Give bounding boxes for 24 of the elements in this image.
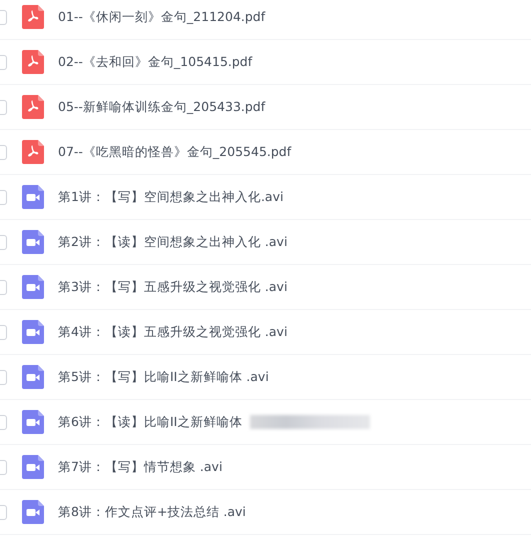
file-name[interactable]: 第5讲：【写】比喻II之新鲜喻体 .avi bbox=[58, 368, 269, 386]
file-name[interactable]: 第1讲：【写】空间想象之出神入化.avi bbox=[58, 188, 284, 206]
video-file-icon bbox=[22, 320, 44, 344]
video-file-icon bbox=[22, 500, 44, 524]
pdf-file-icon bbox=[22, 50, 44, 74]
file-name[interactable]: 第2讲：【读】空间想象之出神入化 .avi bbox=[58, 234, 288, 250]
video-file-icon bbox=[22, 275, 44, 299]
file-name[interactable]: 第3讲：【写】五感升级之视觉强化 .avi bbox=[58, 278, 288, 296]
file-name[interactable]: 01--《休闲一刻》金句_211204.pdf bbox=[58, 8, 266, 26]
video-file-icon bbox=[22, 185, 44, 209]
video-file-icon bbox=[22, 230, 44, 254]
video-file-icon bbox=[22, 365, 44, 389]
video-file-icon bbox=[22, 410, 44, 434]
file-name[interactable]: 02--《去和回》金句_105415.pdf bbox=[58, 54, 252, 70]
file-name[interactable]: 第7讲：【写】情节想象 .avi bbox=[58, 458, 222, 476]
pdf-file-icon bbox=[22, 95, 44, 119]
pdf-file-icon bbox=[22, 140, 44, 164]
file-name[interactable]: 07--《吃黑暗的怪兽》金句_205545.pdf bbox=[58, 144, 292, 160]
file-name[interactable]: 05--新鲜喻体训练金句_205433.pdf bbox=[58, 98, 266, 116]
file-name[interactable]: 第6讲：【读】比喻II之新鲜喻体 bbox=[58, 414, 242, 430]
pdf-file-icon bbox=[22, 5, 44, 29]
file-name[interactable]: 第8讲：作文点评+技法总结 .avi bbox=[58, 504, 246, 520]
video-file-icon bbox=[22, 455, 44, 479]
file-name[interactable]: 第4讲：【读】五感升级之视觉强化 .avi bbox=[58, 324, 288, 340]
